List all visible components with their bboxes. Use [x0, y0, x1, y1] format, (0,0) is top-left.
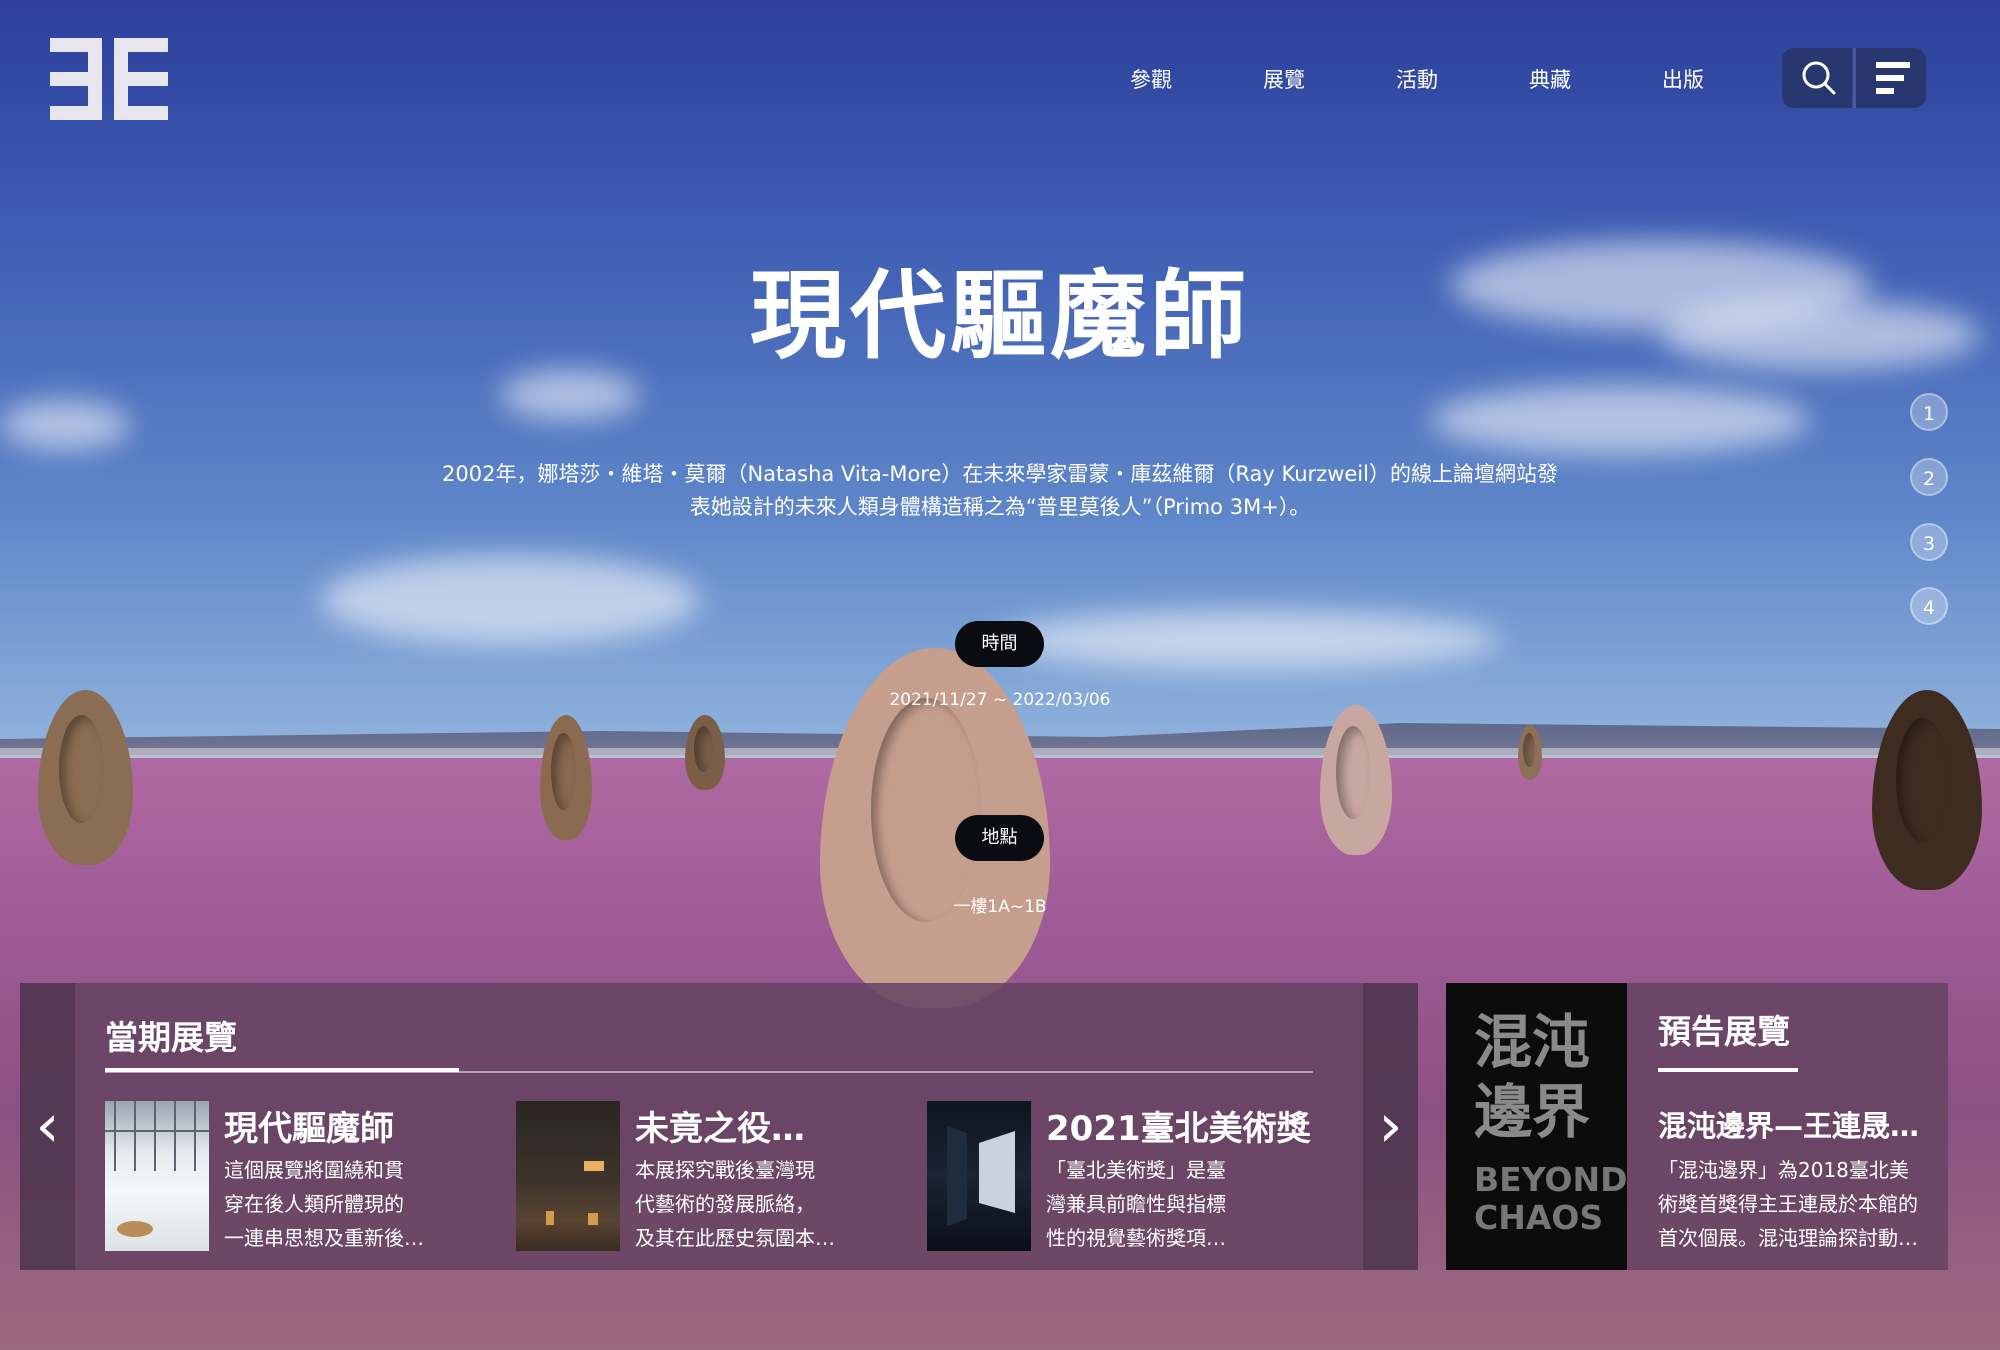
desc-line: 代藝術的發展脈絡，	[635, 1192, 815, 1216]
search-button[interactable]	[1782, 48, 1852, 108]
menu-button[interactable]	[1856, 48, 1926, 108]
poster-line: 混沌	[1474, 1008, 1591, 1076]
poster-line: BEYOND	[1474, 1160, 1628, 1199]
exhibition-card-title: 2021臺北美術獎	[1046, 1109, 1311, 1149]
exhibition-thumbnail	[927, 1101, 1031, 1251]
desc-line: 「混沌邊界」為2018臺北美	[1658, 1158, 1909, 1182]
exhibition-card[interactable]: 現代驅魔師 這個展覽將圍繞和貫 穿在後人類所體現的 一連串思想及重新後…	[105, 1101, 501, 1251]
carousel-prev-button[interactable]: ‹	[20, 983, 75, 1270]
exhibition-card-desc: 本展探究戰後臺灣現 代藝術的發展脈絡， 及其在此歷史氛圍本…	[635, 1153, 875, 1255]
exhibition-thumbnail	[105, 1101, 209, 1251]
cloud	[320, 555, 700, 645]
exhibition-thumbnail	[516, 1101, 620, 1251]
exhibition-card-desc: 「臺北美術獎」是臺 灣兼具前瞻性與指標 性的視覺藝術獎項…	[1046, 1153, 1286, 1255]
poster-line: 邊界	[1474, 1078, 1591, 1146]
nav-events[interactable]: 活動	[1396, 64, 1529, 94]
slide-pager-4[interactable]: 4	[1910, 587, 1948, 625]
upcoming-poster: 混沌 邊界 BEYOND CHAOS	[1446, 983, 1627, 1270]
description-line: 表她設計的未來人類身體構造稱之為“普里莫後人”（Primo 3M+）。	[689, 495, 1311, 519]
nav-publications[interactable]: 出版	[1662, 64, 1795, 94]
slide-pager-1[interactable]: 1	[1910, 393, 1948, 431]
desc-line: 首次個展。混沌理論探討動…	[1658, 1226, 1918, 1250]
cloud	[1430, 385, 1810, 455]
exhibition-description: 2002年，娜塔莎・維塔・莫爾（Natasha Vita-More）在未來學家雷…	[440, 458, 1560, 524]
dark-gallery-image	[546, 1161, 604, 1225]
main-nav: 參觀 展覽 活動 典藏 出版	[1130, 64, 1795, 94]
upcoming-exhibition-panel[interactable]: 混沌 邊界 BEYOND CHAOS 預告展覽 混沌邊界—王連晟… 「混沌邊界」…	[1446, 983, 1948, 1270]
poster-title-en: BEYOND CHAOS	[1474, 1161, 1627, 1237]
upcoming-card-title: 混沌邊界—王連晟…	[1658, 1109, 1920, 1143]
current-exhibitions-title: 當期展覽	[105, 1018, 237, 1057]
nav-visit[interactable]: 參觀	[1130, 64, 1263, 94]
chevron-right-icon: ›	[1378, 1091, 1403, 1161]
place-value: 一樓1A~1B	[953, 897, 1047, 917]
poster-title-zh: 混沌 邊界	[1474, 1007, 1590, 1147]
desc-line: 性的視覺藝術獎項…	[1046, 1226, 1226, 1250]
desc-line: 本展探究戰後臺灣現	[635, 1158, 815, 1182]
time-label: 時間	[955, 621, 1044, 667]
exhibition-card-desc: 這個展覽將圍繞和貫 穿在後人類所體現的 一連串思想及重新後…	[224, 1153, 464, 1255]
desc-line: 及其在此歷史氛圍本…	[635, 1226, 835, 1250]
cloud	[1000, 610, 1500, 670]
slide-pager-2[interactable]: 2	[1910, 458, 1948, 496]
upcoming-card-desc: 「混沌邊界」為2018臺北美 術獎首獎得主王連晟於本館的 首次個展。混沌理論探討…	[1658, 1153, 1938, 1255]
chevron-left-icon: ‹	[35, 1091, 60, 1161]
time-value: 2021/11/27 ~ 2022/03/06	[889, 690, 1111, 710]
nav-collection[interactable]: 典藏	[1529, 64, 1662, 94]
museum-logo[interactable]	[50, 38, 168, 120]
slide-pager-3[interactable]: 3	[1910, 523, 1948, 561]
description-line: 2002年，娜塔莎・維塔・莫爾（Natasha Vita-More）在未來學家雷…	[442, 462, 1558, 486]
desc-line: 「臺北美術獎」是臺	[1046, 1158, 1226, 1182]
exhibition-card[interactable]: 2021臺北美術獎 「臺北美術獎」是臺 灣兼具前瞻性與指標 性的視覺藝術獎項…	[927, 1101, 1323, 1251]
search-icon	[1802, 61, 1836, 95]
nav-exhibitions[interactable]: 展覽	[1263, 64, 1396, 94]
carousel-next-button[interactable]: ›	[1363, 983, 1418, 1270]
current-exhibitions-panel: ‹ › 當期展覽 現代驅魔師 這個展覽將圍繞和貫 穿在後人類所體現的 一連串思想…	[20, 983, 1418, 1270]
desc-line: 一連串思想及重新後…	[224, 1226, 424, 1250]
menu-icon	[1876, 62, 1910, 94]
desc-line: 灣兼具前瞻性與指標	[1046, 1192, 1226, 1216]
section-accent-line	[1658, 1068, 1798, 1072]
exhibition-title: 現代驅魔師	[750, 260, 1250, 372]
upcoming-exhibitions-title: 預告展覽	[1658, 1012, 1790, 1051]
desc-line: 術獎首獎得主王連晟於本館的	[1658, 1192, 1918, 1216]
poster-line: CHAOS	[1474, 1198, 1604, 1237]
cloud	[0, 400, 130, 450]
section-accent-line	[105, 1068, 459, 1072]
desc-line: 這個展覽將圍繞和貫	[224, 1158, 404, 1182]
gallery-windows-image	[105, 1101, 209, 1237]
screen-installation-image	[947, 1126, 1015, 1226]
place-label: 地點	[955, 815, 1044, 861]
exhibition-card-title: 現代驅魔師	[224, 1109, 394, 1149]
exhibition-card-title: 未竟之役…	[635, 1109, 805, 1149]
exhibition-card[interactable]: 未竟之役… 本展探究戰後臺灣現 代藝術的發展脈絡， 及其在此歷史氛圍本…	[516, 1101, 912, 1251]
cloud	[500, 370, 640, 420]
desc-line: 穿在後人類所體現的	[224, 1192, 404, 1216]
ear-sculpture	[38, 690, 133, 865]
ear-sculpture	[1872, 690, 1982, 890]
ear-sculpture	[685, 715, 725, 790]
